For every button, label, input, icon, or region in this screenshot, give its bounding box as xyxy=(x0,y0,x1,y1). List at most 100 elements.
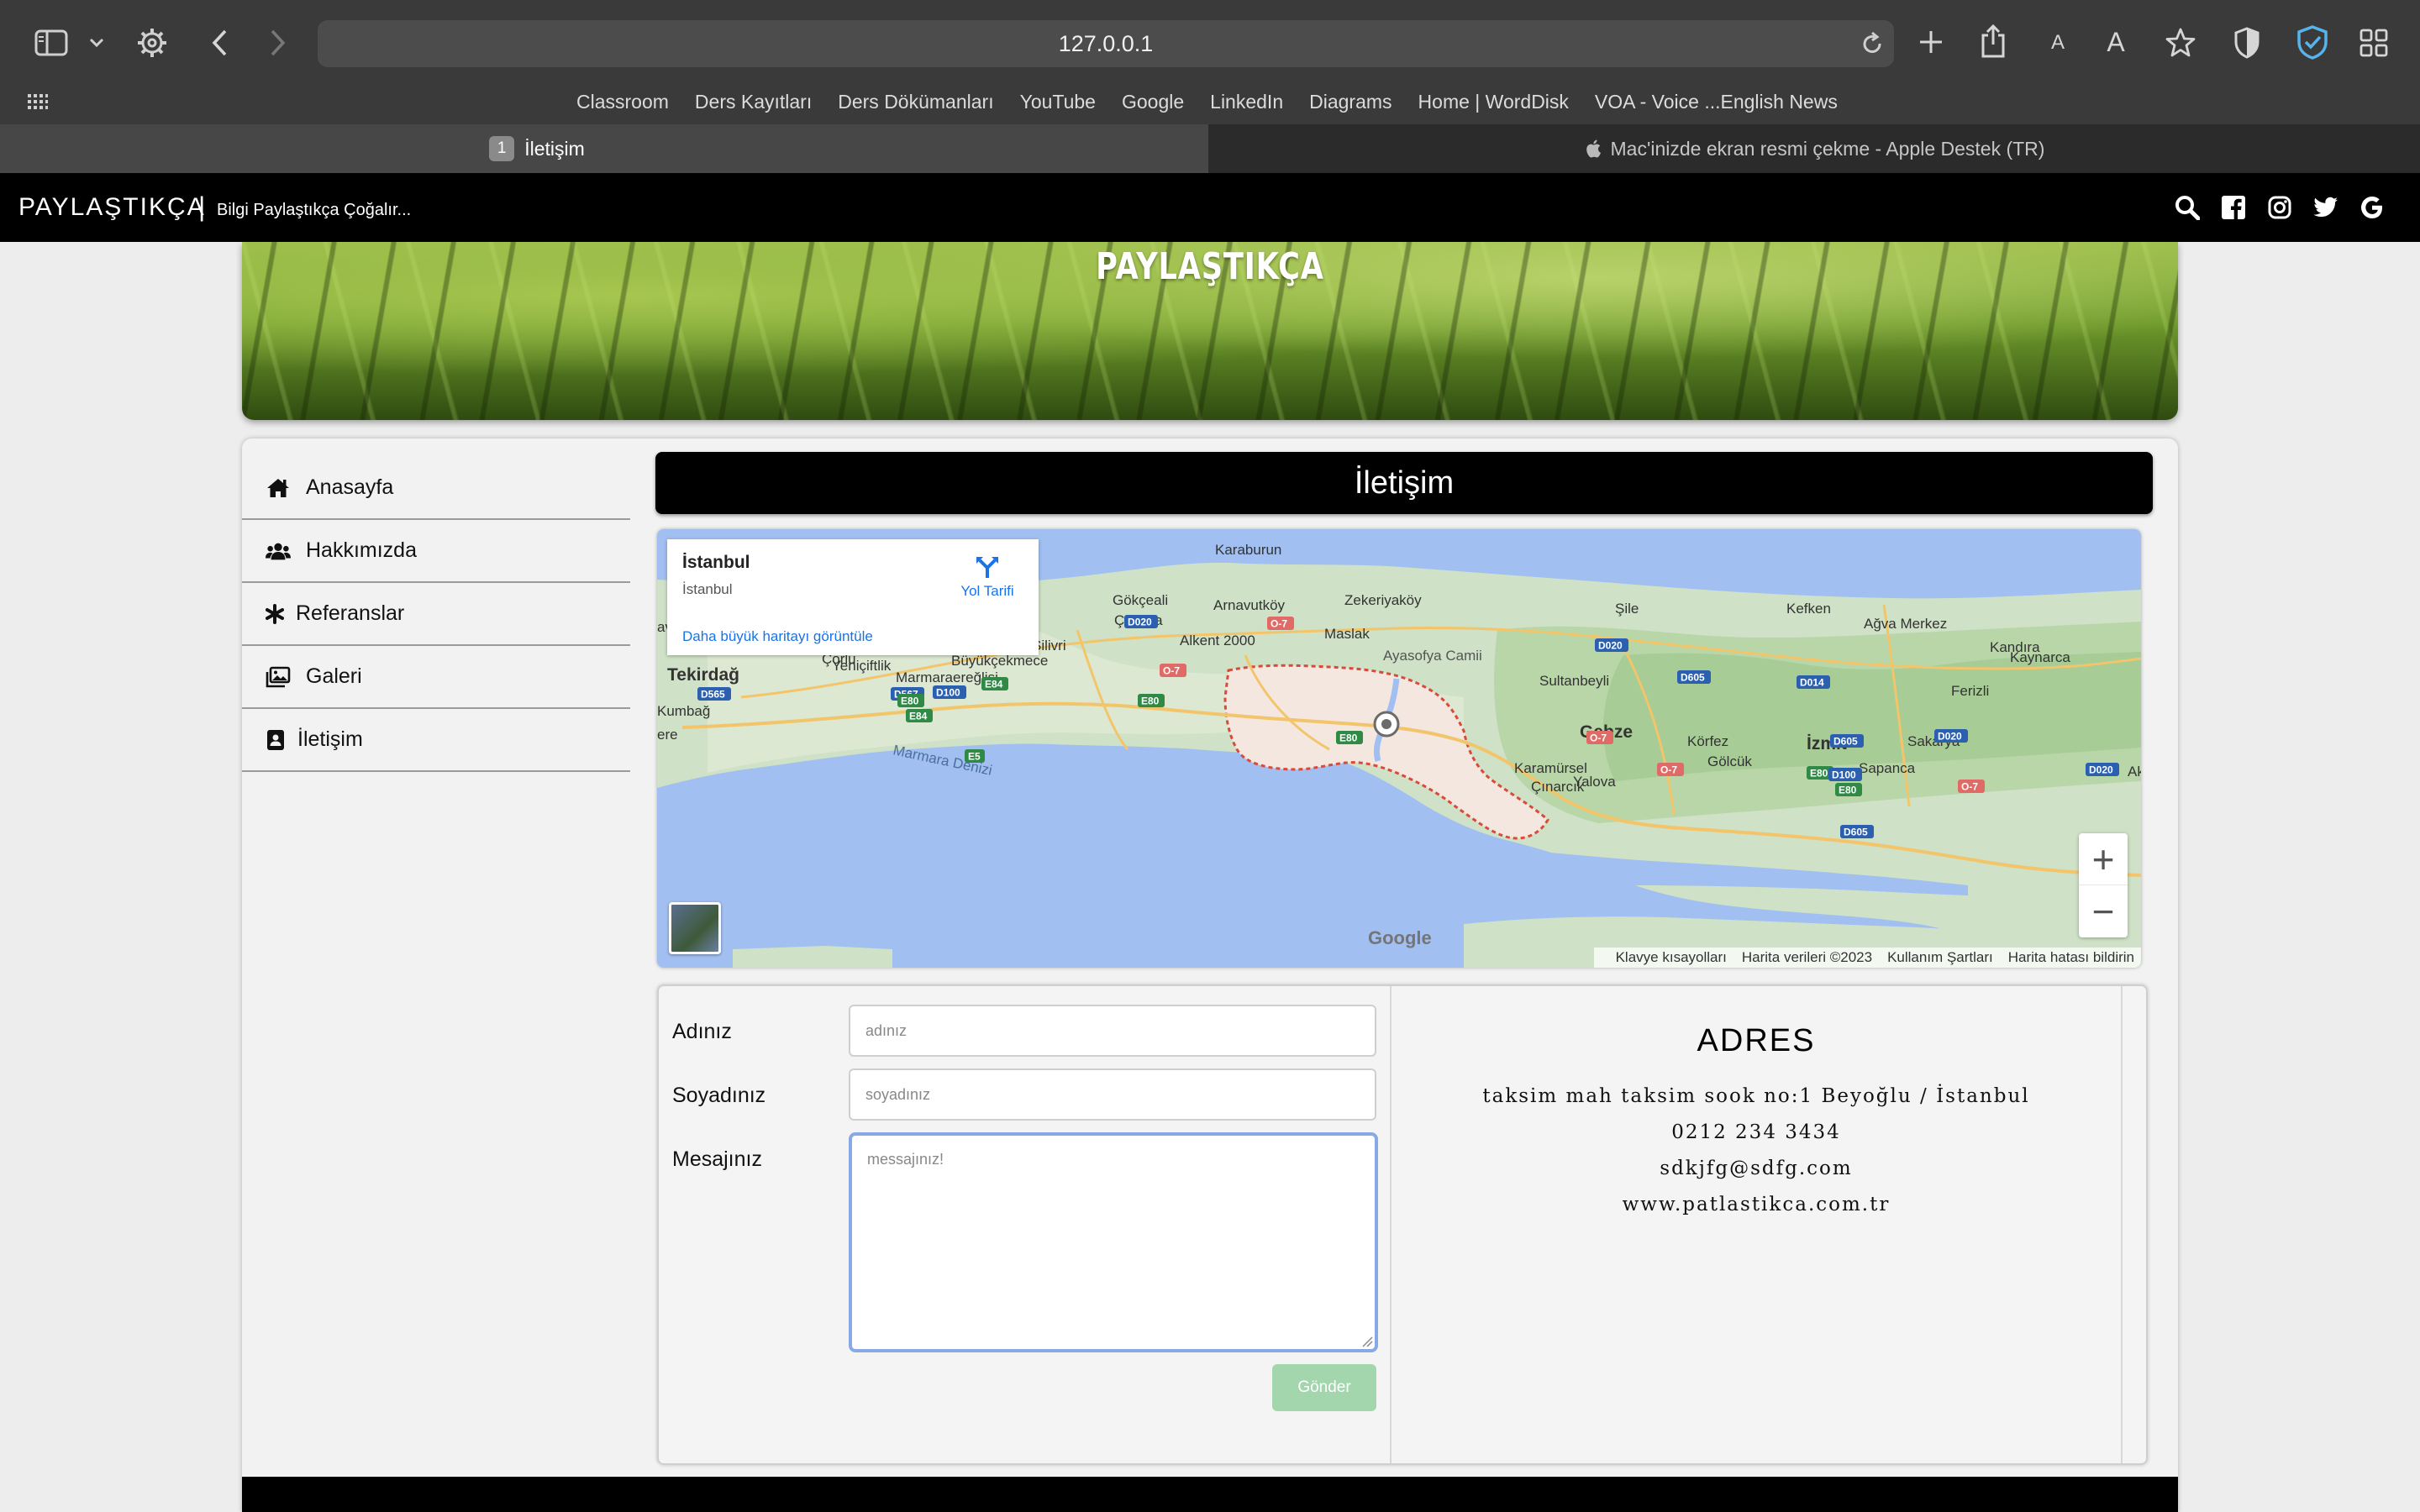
star-icon[interactable] xyxy=(2163,25,2198,60)
map-place-label: Kumbağ xyxy=(657,703,710,719)
bookmark-ders-dokumanlari[interactable]: Ders Dökümanları xyxy=(838,91,993,113)
map-place-label: Şile xyxy=(1615,601,1639,617)
asterisk-icon xyxy=(266,601,284,627)
header-banner: PAYLAŞTIKÇA xyxy=(242,242,2178,420)
road-label: E80 xyxy=(1839,785,1857,796)
shield-half-icon[interactable] xyxy=(2232,25,2262,60)
message-placeholder: messajınız! xyxy=(867,1151,944,1168)
larger-map-link[interactable]: Daha büyük haritayı görüntüle xyxy=(682,628,873,645)
message-textarea[interactable]: messajınız! xyxy=(849,1132,1378,1352)
sidebar-item-hakkimizda[interactable]: Hakkımızda xyxy=(242,520,630,583)
map-zoom-controls: + − xyxy=(2079,833,2128,937)
bookmark-voa[interactable]: VOA - Voice ...English News xyxy=(1595,91,1838,113)
apple-icon xyxy=(1586,139,1602,159)
sidebar-item-iletisim[interactable]: İletişim xyxy=(242,709,630,772)
site-brand[interactable]: PAYLAŞTIKÇA xyxy=(18,193,206,222)
instagram-icon[interactable] xyxy=(2265,193,2294,222)
images-icon xyxy=(266,664,291,690)
map-place-label: ere xyxy=(657,727,678,743)
share-icon[interactable] xyxy=(1976,22,2010,60)
new-tab-icon[interactable] xyxy=(1916,27,1946,57)
social-links xyxy=(2155,193,2386,222)
zoom-out-button[interactable]: − xyxy=(2079,885,2128,937)
bookmark-youtube[interactable]: YouTube xyxy=(1020,91,1096,113)
gear-icon[interactable] xyxy=(134,25,170,60)
facebook-icon[interactable] xyxy=(2219,193,2248,222)
site-footer xyxy=(242,1477,2178,1512)
twitter-icon[interactable] xyxy=(2312,193,2340,222)
map-attribution: Klavye kısayolları Harita verileri ©2023… xyxy=(1593,948,2141,968)
road-label: E84 xyxy=(985,679,1003,690)
sidebar-item-referanslar[interactable]: Referanslar xyxy=(242,583,630,646)
satellite-toggle-button[interactable] xyxy=(669,902,721,954)
sidebar: Anasayfa Hakkımızda Referanslar Galeri İ… xyxy=(242,457,630,772)
text-larger-button[interactable]: A xyxy=(2099,25,2133,59)
tab-apple-destek[interactable]: Mac'inizde ekran resmi çekme - Apple Des… xyxy=(1210,124,2420,173)
bookmark-worddisk[interactable]: Home | WordDisk xyxy=(1418,91,1569,113)
bookmark-linkedin[interactable]: LinkedIn xyxy=(1210,91,1283,113)
map-place-label: Gökçeali xyxy=(1113,592,1168,608)
bookmark-ders-kayitlari[interactable]: Ders Kayıtları xyxy=(695,91,812,113)
chevron-down-icon[interactable] xyxy=(86,32,108,54)
back-arrow-icon[interactable] xyxy=(205,27,234,59)
google-icon[interactable] xyxy=(2358,193,2386,222)
send-button[interactable]: Gönder xyxy=(1272,1364,1376,1411)
site-slogan: Bilgi Paylaştıkça Çoğalır... xyxy=(217,201,412,219)
tab-iletisim[interactable]: 1 İletişim xyxy=(0,124,1208,173)
sidebar-toggle-icon[interactable] xyxy=(32,27,71,59)
map-place-subtitle: İstanbul xyxy=(682,581,733,597)
brand-separator: | xyxy=(198,192,206,222)
directions-label: Yol Tarifi xyxy=(960,583,1014,599)
contact-form: Adınız adınız Soyadınız soyadınız Mesajı… xyxy=(659,986,1392,1463)
resize-handle-icon[interactable] xyxy=(1361,1336,1373,1347)
road-label: D020 xyxy=(2089,764,2113,776)
bookmark-classroom[interactable]: Classroom xyxy=(576,91,669,113)
directions-button[interactable]: Yol Tarifi xyxy=(950,554,1025,600)
road-label: D020 xyxy=(1128,617,1152,628)
first-name-input[interactable]: adınız xyxy=(849,1005,1376,1057)
tab-label: İletişim xyxy=(524,137,585,160)
bookmark-diagrams[interactable]: Diagrams xyxy=(1309,91,1392,113)
map-place-label: Zekeriyaköy xyxy=(1344,592,1422,608)
road-label: E80 xyxy=(1339,732,1358,744)
map-place-label: Ağva Merkez xyxy=(1864,616,1947,632)
road-label: E80 xyxy=(1141,696,1160,707)
bookmark-google[interactable]: Google xyxy=(1122,91,1184,113)
map-place-label: Arnavutköy xyxy=(1213,597,1286,613)
users-icon xyxy=(266,538,291,564)
road-label: D605 xyxy=(1681,672,1705,684)
map-place-label: Aky xyxy=(2128,764,2141,780)
last-name-input[interactable]: soyadınız xyxy=(849,1068,1376,1121)
website-url: www.patlastikca.com.tr xyxy=(1622,1194,1891,1215)
road-label: O-7 xyxy=(1270,618,1287,630)
tab-number-badge: 1 xyxy=(489,136,515,161)
road-label: D100 xyxy=(936,687,960,699)
sidebar-item-galeri[interactable]: Galeri xyxy=(242,646,630,709)
reload-icon[interactable] xyxy=(1860,31,1884,56)
site-navbar: PAYLAŞTIKÇA | Bilgi Paylaştıkça Çoğalır.… xyxy=(0,173,2420,242)
sidebar-item-label: İletişim xyxy=(297,727,363,751)
shield-check-icon[interactable] xyxy=(2294,24,2331,60)
keyboard-shortcuts-link[interactable]: Klavye kısayolları xyxy=(1616,949,1727,966)
tab-bar: 1 İletişim Mac'inizde ekran resmi çekme … xyxy=(0,124,2420,173)
text-smaller-button[interactable]: A xyxy=(2044,29,2072,57)
sidebar-item-label: Galeri xyxy=(306,664,362,688)
map-place-label: Körfez xyxy=(1687,733,1728,749)
map-place-label: Karaburun xyxy=(1215,542,1281,558)
tab-overview-icon[interactable] xyxy=(2358,27,2390,59)
report-error-link[interactable]: Harita hatası bildirin xyxy=(2008,949,2134,966)
map-place-label: Ayasofya Camii xyxy=(1383,648,1482,664)
zoom-in-button[interactable]: + xyxy=(2079,833,2128,885)
map-place-label: Tekirdağ xyxy=(667,665,739,685)
map-place-label: Maslak xyxy=(1324,626,1370,642)
address-bar[interactable]: 127.0.0.1 xyxy=(318,20,1894,67)
search-icon[interactable] xyxy=(2173,193,2202,222)
forward-arrow-icon[interactable] xyxy=(264,27,292,59)
terms-link[interactable]: Kullanım Şartları xyxy=(1887,949,1993,966)
map-place-label: Sapanca xyxy=(1859,760,1916,776)
google-map[interactable]: Karaburun Gökçeali Arnavutköy Zekeriyaköy Şi… xyxy=(657,529,2141,968)
sidebar-item-anasayfa[interactable]: Anasayfa xyxy=(242,457,630,520)
map-place-label: Yeniçiftlik xyxy=(832,658,892,674)
apps-grid-icon[interactable] xyxy=(27,91,49,113)
url-text: 127.0.0.1 xyxy=(1058,30,1154,56)
